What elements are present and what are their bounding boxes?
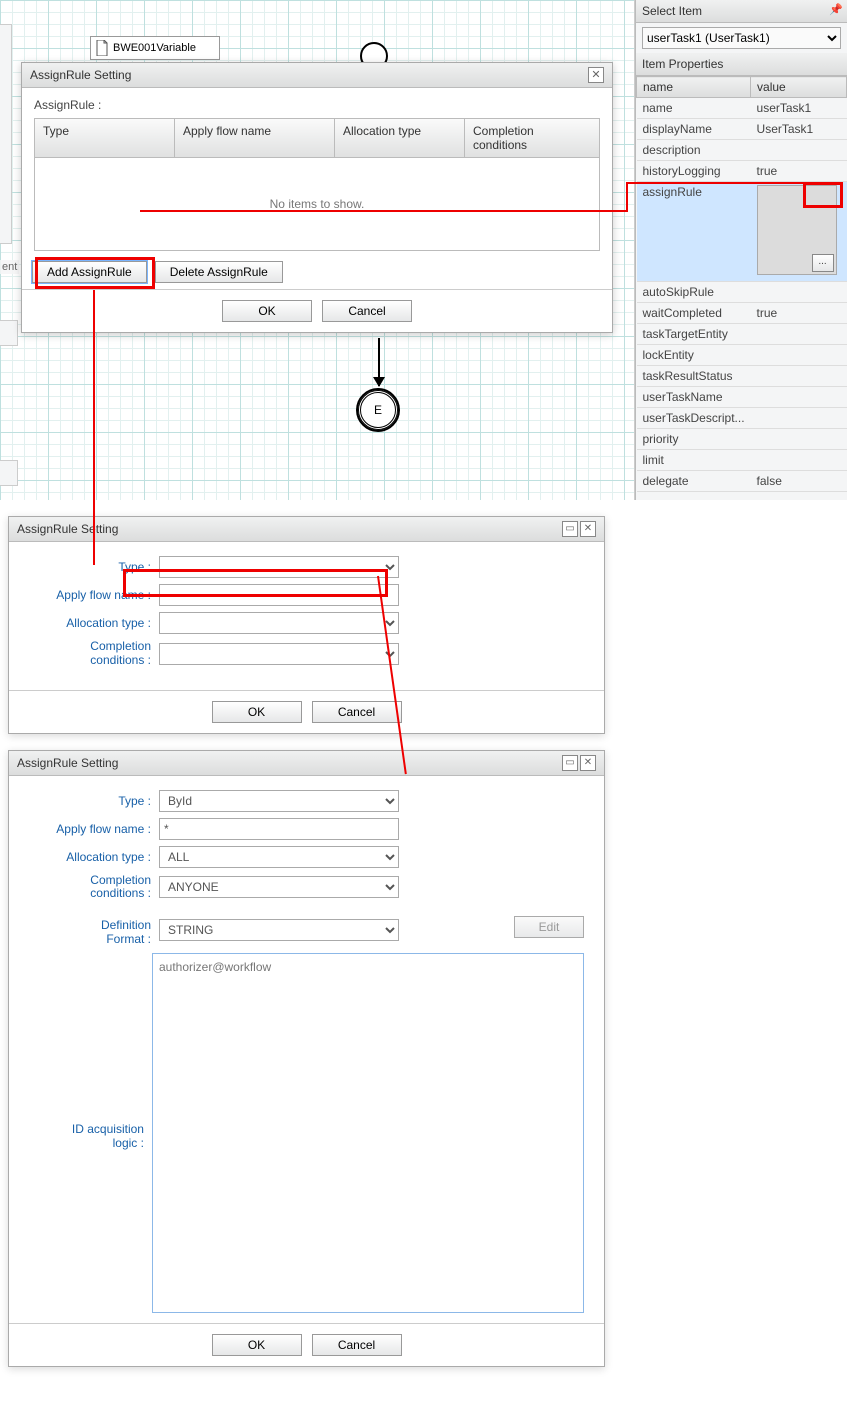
def-format-label: DefinitionFormat : (39, 919, 159, 947)
assignrule-form-dialog-empty: AssignRule Setting ▭ ✕ Type : Apply flow… (8, 516, 605, 734)
comp-select[interactable] (159, 643, 399, 665)
delete-assignrule-button[interactable]: Delete AssignRule (155, 261, 283, 283)
flow-input[interactable] (159, 818, 399, 840)
assignrule-value-box[interactable]: ... (757, 185, 837, 275)
grid-empty-text: No items to show. (35, 158, 599, 250)
ellipsis-button[interactable]: ... (812, 254, 834, 272)
prop-row: userTaskName (637, 387, 847, 408)
col-flow[interactable]: Apply flow name (175, 119, 335, 157)
prop-header-value[interactable]: value (751, 77, 847, 98)
item-properties-title: Item Properties (636, 53, 847, 76)
maximize-button[interactable]: ▭ (562, 755, 578, 771)
prop-row: lockEntity (637, 345, 847, 366)
ok-button[interactable]: OK (212, 1334, 302, 1356)
close-button[interactable]: ✕ (580, 755, 596, 771)
comp-label: Completionconditions : (39, 640, 159, 668)
arrow (378, 338, 380, 386)
flow-input[interactable] (159, 584, 399, 606)
comp-select[interactable]: ANYONE (159, 876, 399, 898)
prop-row: priority (637, 429, 847, 450)
logic-label: ID acquisitionlogic : (39, 953, 152, 1151)
assignrule-label: AssignRule : (34, 98, 600, 112)
prop-row-assignrule: assignRule ... (637, 182, 847, 282)
alloc-label: Allocation type : (39, 850, 159, 864)
variable-node-label: BWE001Variable (113, 42, 196, 54)
prop-row: historyLoggingtrue (637, 161, 847, 182)
type-label: Type : (39, 560, 159, 574)
dialog-title: AssignRule Setting (17, 756, 118, 770)
col-alloc[interactable]: Allocation type (335, 119, 465, 157)
def-format-select[interactable]: STRING (159, 919, 399, 941)
end-node[interactable]: E (358, 390, 398, 430)
col-type[interactable]: Type (35, 119, 175, 157)
flow-label: Apply flow name : (39, 588, 159, 602)
cancel-button[interactable]: Cancel (322, 300, 412, 322)
cancel-button[interactable]: Cancel (312, 1334, 402, 1356)
close-button[interactable]: ✕ (580, 521, 596, 537)
pin-icon[interactable]: 📌 (829, 3, 843, 16)
prop-row: taskTargetEntity (637, 324, 847, 345)
prop-row: description (637, 140, 847, 161)
prop-row: nameuserTask1 (637, 98, 847, 119)
alloc-select[interactable]: ALL (159, 846, 399, 868)
ok-button[interactable]: OK (222, 300, 312, 322)
maximize-button[interactable]: ▭ (562, 521, 578, 537)
variable-node[interactable]: BWE001Variable (90, 36, 220, 60)
col-comp[interactable]: Completion conditions (465, 119, 599, 157)
dialog-title: AssignRule Setting (17, 522, 118, 536)
prop-row: userTaskDescript... (637, 408, 847, 429)
type-label: Type : (39, 794, 159, 808)
edit-button[interactable]: Edit (514, 916, 584, 938)
type-select[interactable]: ById (159, 790, 399, 812)
assignrule-form-dialog-filled: AssignRule Setting ▭ ✕ Type : ById Apply… (8, 750, 605, 1367)
add-assignrule-button[interactable]: Add AssignRule (32, 261, 147, 283)
prop-row: taskResultStatus (637, 366, 847, 387)
alloc-label: Allocation type : (39, 616, 159, 630)
item-select[interactable]: userTask1 (UserTask1) (642, 27, 841, 49)
cancel-button[interactable]: Cancel (312, 701, 402, 723)
assignrule-list-dialog: AssignRule Setting ✕ AssignRule : Type A… (21, 62, 613, 333)
prop-row: waitCompletedtrue (637, 303, 847, 324)
close-button[interactable]: ✕ (588, 67, 604, 83)
prop-row: delegatefalse (637, 471, 847, 492)
select-item-title: Select Item (642, 4, 702, 18)
end-node-label: E (374, 403, 382, 417)
alloc-select[interactable] (159, 612, 399, 634)
logic-textarea[interactable] (152, 953, 584, 1313)
dialog-title: AssignRule Setting (30, 68, 131, 82)
comp-label: Completionconditions : (39, 874, 159, 902)
prop-row: limit (637, 450, 847, 471)
assignrule-grid: Type Apply flow name Allocation type Com… (34, 118, 600, 251)
workflow-canvas[interactable]: ent BWE001Variable E AssignRule Setting … (0, 0, 635, 500)
flow-label: Apply flow name : (39, 822, 159, 836)
properties-panel: Select Item 📌 userTask1 (UserTask1) Item… (635, 0, 847, 500)
prop-row: autoSkipRule (637, 282, 847, 303)
panel-ent-label: ent (0, 260, 19, 274)
type-select[interactable] (159, 556, 399, 578)
prop-header-name[interactable]: name (637, 77, 751, 98)
prop-row: displayNameUserTask1 (637, 119, 847, 140)
ok-button[interactable]: OK (212, 701, 302, 723)
